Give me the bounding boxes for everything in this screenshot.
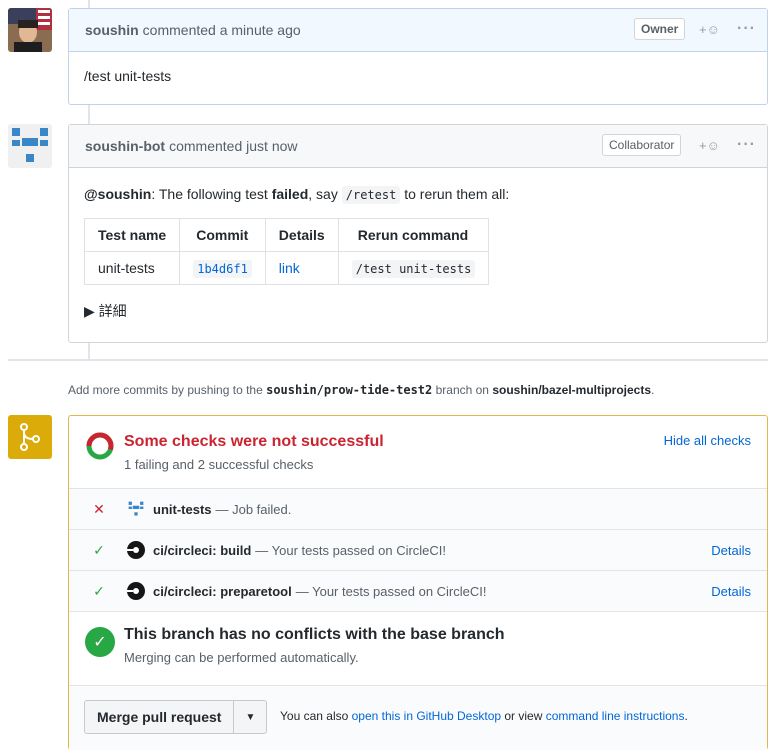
hint-text: or view <box>501 709 546 723</box>
add-reaction-icon[interactable]: +☺ <box>699 22 720 37</box>
checks-summary: Some checks were not successful 1 failin… <box>69 416 767 489</box>
check-row: ✓ ci/circleci: preparetool — Your tests … <box>69 571 767 612</box>
check-description: — Your tests passed on CircleCI! <box>295 583 487 599</box>
comment-soushin: soushin commented a minute ago Owner +☺ … <box>68 8 768 105</box>
owner-badge: Owner <box>634 18 686 40</box>
message-text: : The following test <box>151 186 272 202</box>
message-text: , say <box>308 186 342 202</box>
circleci-icon <box>125 581 147 601</box>
check-description: — Your tests passed on CircleCI! <box>255 542 447 558</box>
merge-status-icon <box>8 415 52 459</box>
check-row: ✕ unit-tests — Job failed. <box>69 489 767 530</box>
test-results-table: Test name Commit Details Rerun command u… <box>83 218 490 285</box>
rerun-code: /test unit-tests <box>351 260 476 278</box>
bot-message: @soushin: The following test failed, say… <box>84 186 752 204</box>
merge-button-group: Merge pull request ▼ <box>84 700 268 734</box>
comment-header: soushin commented a minute ago Owner +☺ … <box>69 9 767 52</box>
hint-text: Add more commits by pushing to the <box>68 383 267 397</box>
success-check-icon: ✓ <box>85 627 115 657</box>
collaborator-badge: Collaborator <box>602 134 682 156</box>
hint-text: . <box>684 709 688 723</box>
check-glyph: ✓ <box>93 634 107 651</box>
more-options-icon[interactable]: ··· <box>737 20 756 38</box>
timeline-divider <box>8 359 768 361</box>
comment-author[interactable]: soushin-bot <box>85 138 165 154</box>
merge-actions: Merge pull request ▼ You can also open t… <box>69 686 767 750</box>
merge-pull-request-button[interactable]: Merge pull request <box>85 701 235 733</box>
pass-icon: ✓ <box>93 541 105 558</box>
hide-checks-link[interactable]: Hide all checks <box>664 433 751 448</box>
table-header: Details <box>264 218 339 252</box>
comment-body: @soushin: The following test failed, say… <box>69 168 767 337</box>
check-name: ci/circleci: build <box>153 542 252 558</box>
checks-title: Some checks were not successful <box>124 433 384 450</box>
hint-text: You can also <box>280 709 352 723</box>
avatar-soushin-bot[interactable] <box>8 124 52 168</box>
pass-icon: ✓ <box>93 582 105 599</box>
bot-avatar-icon <box>125 500 147 518</box>
checks-donut-icon <box>86 432 114 460</box>
timeline-line <box>88 104 90 124</box>
command-line-link[interactable]: command line instructions <box>546 709 685 723</box>
check-row: ✓ ci/circleci: build — Your tests passed… <box>69 530 767 571</box>
details-link[interactable]: link <box>279 260 300 276</box>
comment-timestamp[interactable]: commented a minute ago <box>143 22 301 38</box>
merge-box: Some checks were not successful 1 failin… <box>68 415 768 750</box>
branch-name: soushin/prow-tide-test2 <box>266 383 433 397</box>
message-text: to rerun them all: <box>400 186 510 202</box>
merge-options-caret-icon[interactable]: ▼ <box>234 701 266 733</box>
github-desktop-link[interactable]: open this in GitHub Desktop <box>352 709 501 723</box>
failed-text: failed <box>271 186 309 202</box>
check-description: — Job failed. <box>215 501 292 517</box>
check-details-link[interactable]: Details <box>711 584 751 599</box>
user-mention[interactable]: @soushin <box>84 186 151 202</box>
check-name: unit-tests <box>153 501 212 517</box>
table-cell-details: link <box>264 251 339 285</box>
hint-text: branch on <box>432 383 493 397</box>
timeline-line <box>88 343 90 360</box>
table-cell-name: unit-tests <box>83 251 181 285</box>
table-header: Test name <box>83 218 181 252</box>
commit-link[interactable]: 1b4d6f1 <box>193 260 252 278</box>
table-cell-commit: 1b4d6f1 <box>179 251 266 285</box>
check-name: ci/circleci: preparetool <box>153 583 292 599</box>
hint-text: . <box>651 383 655 397</box>
check-details-link[interactable]: Details <box>711 543 751 558</box>
merge-hint: You can also open this in GitHub Desktop… <box>280 709 688 723</box>
conflicts-section: ✓ This branch has no conflicts with the … <box>69 612 767 686</box>
circleci-icon <box>125 540 147 560</box>
table-cell-rerun: /test unit-tests <box>337 251 490 285</box>
fail-icon: ✕ <box>93 500 105 517</box>
comment-header: soushin-bot commented just now Collabora… <box>69 125 767 168</box>
details-toggle[interactable]: ▶ 詳細 <box>84 301 752 321</box>
table-header: Commit <box>179 218 266 252</box>
retest-code: /retest <box>341 186 401 204</box>
comment-author[interactable]: soushin <box>85 22 139 38</box>
avatar-soushin[interactable] <box>8 8 52 52</box>
comment-body: /test unit-tests <box>69 52 767 100</box>
conflicts-title: This branch has no conflicts with the ba… <box>124 626 505 643</box>
push-commits-hint: Add more commits by pushing to the soush… <box>68 383 654 397</box>
comment-text: /test unit-tests <box>84 68 172 84</box>
comment-soushin-bot: soushin-bot commented just now Collabora… <box>68 124 768 343</box>
conflicts-subtitle: Merging can be performed automatically. <box>124 650 359 665</box>
table-header: Rerun command <box>337 218 490 252</box>
comment-timestamp[interactable]: commented just now <box>169 138 297 154</box>
add-reaction-icon[interactable]: +☺ <box>699 138 720 153</box>
more-options-icon[interactable]: ··· <box>737 136 756 154</box>
checks-subtitle: 1 failing and 2 successful checks <box>124 457 314 472</box>
repo-name[interactable]: soushin/bazel-multiprojects <box>492 383 651 397</box>
